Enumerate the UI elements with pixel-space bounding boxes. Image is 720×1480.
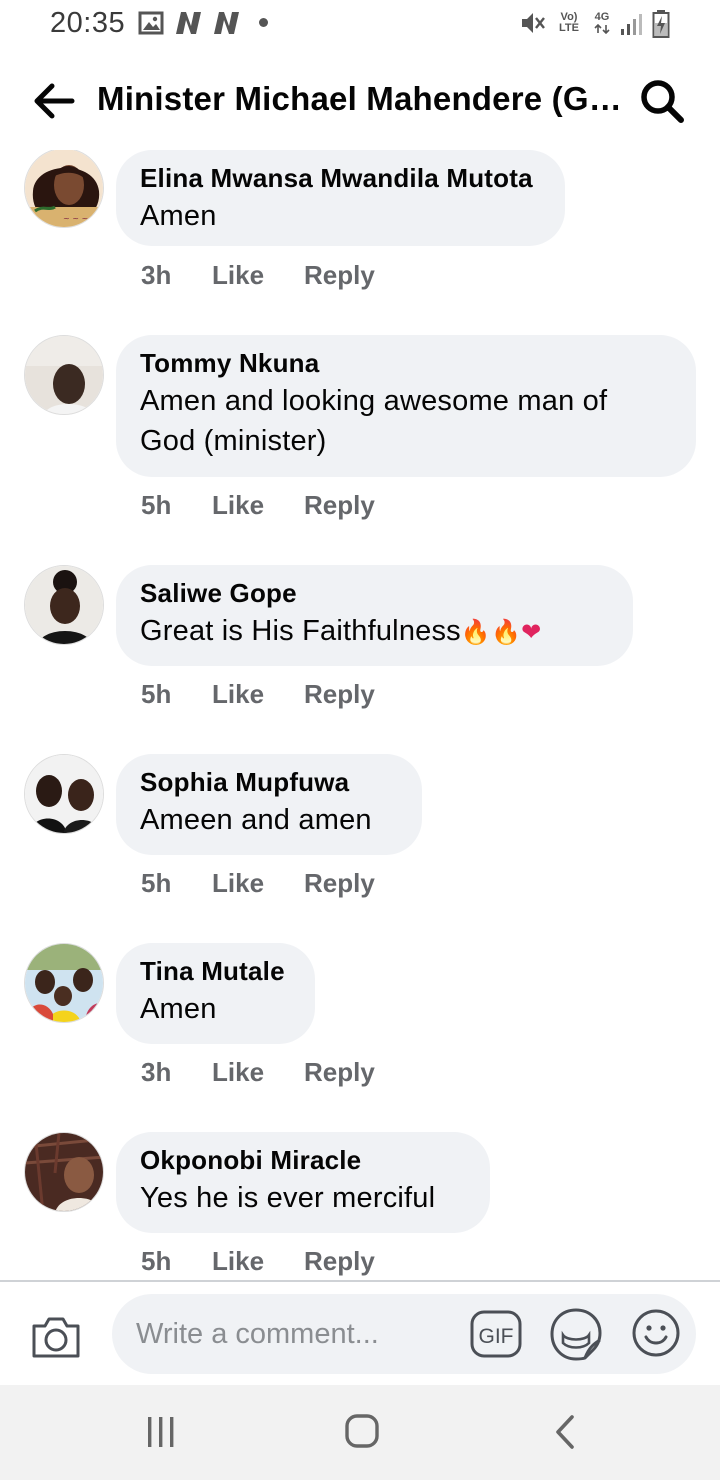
4g-icon: 4G [592,12,612,34]
header: Minister Michael Mahendere (GP... [0,50,720,150]
android-nav-bar [0,1385,720,1480]
volte-icon: Vo) LTE [556,12,582,34]
avatar[interactable] [24,565,104,645]
like-button[interactable]: Like [212,1057,264,1088]
comment-text: Amen [140,200,217,232]
n-notification-icon [214,12,239,34]
avatar[interactable] [24,754,104,834]
n-notification-icon [176,12,201,34]
sticker-icon[interactable] [549,1307,603,1361]
comment-text: Yes he is ever merciful [140,1182,436,1214]
gif-label: GIF [479,1325,514,1348]
fire-emoji: 🔥 [490,618,522,646]
comment-text-line: Amen and looking awesome man of [140,385,608,417]
arrow-left-icon[interactable] [28,78,84,124]
network-label: 4G [594,11,610,23]
svg-text:~ ~ ~: ~ ~ ~ [63,214,88,223]
data-arrows-icon [594,24,610,34]
comment-text: Great is His Faithfulness [140,615,461,647]
comment-text: Ameen and amen [140,804,372,836]
back-icon[interactable] [550,1413,580,1451]
comment-text-line: God (minister) [140,425,327,457]
comment-input[interactable] [112,1294,696,1374]
comment-author[interactable]: Tina Mutale [140,953,291,989]
reply-button[interactable]: Reply [304,1246,375,1277]
comment-bubble: Elina Mwansa Mwandila Mutota Amen [116,150,565,246]
avatar[interactable] [24,1132,104,1212]
mute-icon [522,13,545,33]
comment-time: 5h [141,679,172,709]
comment-text-row: Great is His Faithfulness🔥🔥❤ [140,611,609,652]
comment-time: 3h [141,1057,172,1087]
like-button[interactable]: Like [212,1246,264,1277]
like-button[interactable]: Like [212,260,264,291]
comment-author[interactable]: Tommy Nkuna [140,345,672,381]
comment-time: 5h [141,868,172,898]
comment-author[interactable]: Okponobi Miracle [140,1142,466,1178]
camera-icon[interactable] [30,1314,82,1360]
like-button[interactable]: Like [212,868,264,899]
comment-composer: GIF [0,1280,720,1385]
comment-text: Amen [140,993,217,1025]
reply-button[interactable]: Reply [304,868,375,899]
comment-bubble: Sophia Mupfuwa Ameen and amen [116,754,422,855]
comment-author[interactable]: Sophia Mupfuwa [140,764,398,800]
reply-button[interactable]: Reply [304,679,375,710]
comment-list: ~ ~ ~ Elina Mwansa Mwandila Mutota Amen … [0,150,720,1280]
comment-time: 5h [141,490,172,520]
comment-bubble: Tina Mutale Amen [116,943,315,1044]
dot-icon [259,18,268,27]
reply-button[interactable]: Reply [304,490,375,521]
reply-button[interactable]: Reply [304,1057,375,1088]
comment-author[interactable]: Elina Mwansa Mwandila Mutota [140,160,541,196]
reply-button[interactable]: Reply [304,260,375,291]
like-button[interactable]: Like [212,679,264,710]
search-icon[interactable] [636,76,692,128]
comment-bubble: Saliwe Gope Great is His Faithfulness🔥🔥❤ [116,565,633,666]
avatar[interactable] [24,943,104,1023]
avatar[interactable] [24,335,104,415]
fire-emoji: 🔥 [460,618,491,646]
volte-label: Vo) LTE [559,11,579,34]
gif-icon[interactable]: GIF [470,1310,522,1358]
comment-bubble: Tommy Nkuna Amen and looking awesome man… [116,335,696,477]
comment-time: 5h [141,1246,172,1276]
status-bar: 20:35 Vo) LTE 4G [0,0,720,50]
comment-time: 3h [141,260,172,290]
avatar[interactable]: ~ ~ ~ [24,150,104,228]
like-button[interactable]: Like [212,490,264,521]
page-title: Minister Michael Mahendere (GP... [97,80,627,117]
recent-apps-icon[interactable] [143,1415,179,1449]
heart-emoji: ❤ [521,618,542,646]
emoji-icon[interactable] [631,1308,681,1358]
battery-charging-icon [652,10,670,38]
comment-author[interactable]: Saliwe Gope [140,575,609,611]
gallery-icon [138,11,164,35]
home-icon[interactable] [344,1413,380,1449]
signal-icon [621,14,642,35]
comment-bubble: Okponobi Miracle Yes he is ever merciful [116,1132,490,1233]
status-time: 20:35 [50,7,126,39]
